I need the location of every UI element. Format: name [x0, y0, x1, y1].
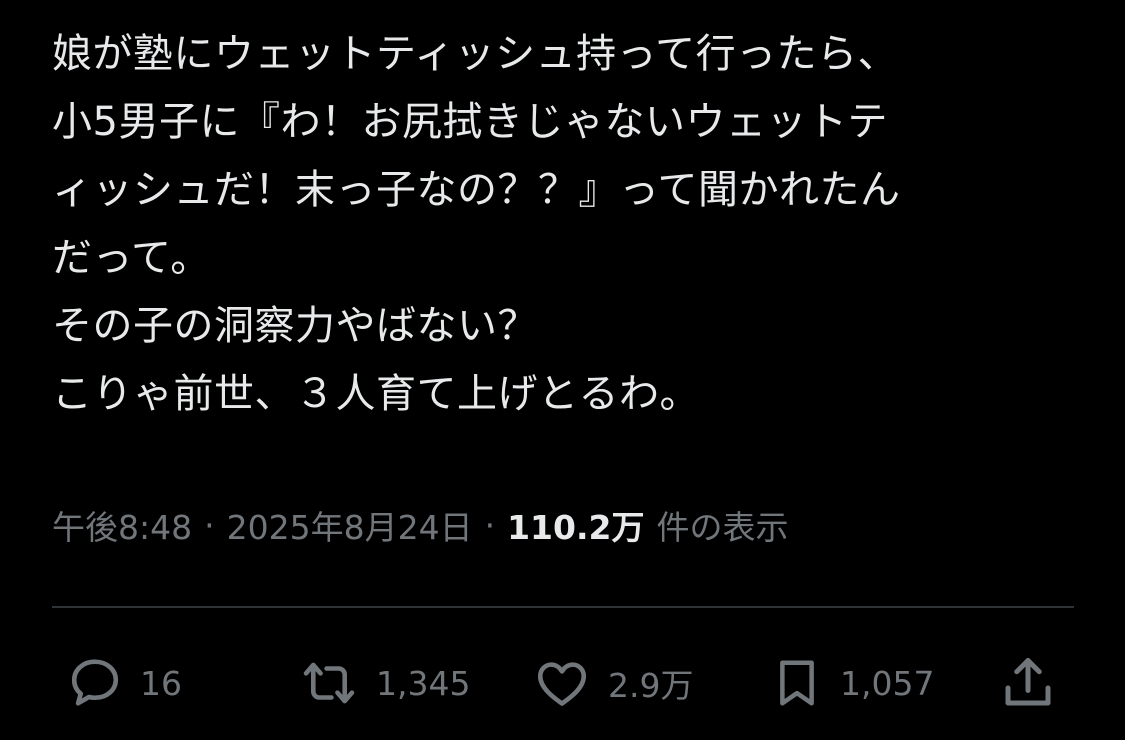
tweet-text-line: その子の洞察力やばない？ — [52, 303, 538, 349]
tweet-time[interactable]: 午後8:48 — [52, 501, 192, 549]
like-count: 2.9万 — [608, 666, 694, 705]
tweet-text-line: 娘が塾にウェットティッシュ持って行ったら、 — [52, 31, 899, 77]
retweet-count: 1,345 — [376, 663, 471, 703]
views-label: 件の表示 — [656, 508, 789, 547]
tweet-date[interactable]: 2025年8月24日 — [227, 501, 473, 549]
tweet-meta: 午後8:48 · 2025年8月24日 · 110.2万 件の表示 — [52, 500, 788, 550]
action-bar: 16 1,345 2.9万 1,057 — [52, 648, 1074, 718]
bookmark-button[interactable]: 1,057 — [770, 648, 934, 718]
share-button[interactable] — [998, 648, 1058, 718]
share-icon — [998, 653, 1058, 713]
divider — [52, 606, 1074, 608]
like-button[interactable]: 2.9万 — [532, 648, 693, 718]
retweet-icon — [298, 654, 360, 712]
tweet-text-line: こりゃ前世、３人育て上げとるわ。 — [52, 371, 700, 417]
tweet-text-line: ィッシュだ！末っ子なの？？』って聞かれたん — [52, 167, 901, 213]
retweet-button[interactable]: 1,345 — [298, 648, 470, 718]
tweet-text-line: だって。 — [52, 235, 211, 281]
tweet-text: 娘が塾にウェットティッシュ持って行ったら、 小5男子に『わ！お尻拭きじゃないウェ… — [52, 20, 1082, 428]
meta-separator: · — [484, 505, 496, 545]
reply-count: 16 — [140, 663, 182, 703]
reply-button[interactable]: 16 — [66, 648, 182, 718]
reply-icon — [66, 654, 124, 712]
bookmark-icon — [770, 652, 824, 714]
meta-separator: · — [204, 505, 215, 545]
tweet-text-line: 小5男子に『わ！お尻拭きじゃないウェットテ — [52, 99, 888, 145]
bookmark-count: 1,057 — [840, 663, 935, 703]
heart-icon — [532, 654, 592, 712]
views-count[interactable]: 110.2万 — [507, 501, 644, 549]
